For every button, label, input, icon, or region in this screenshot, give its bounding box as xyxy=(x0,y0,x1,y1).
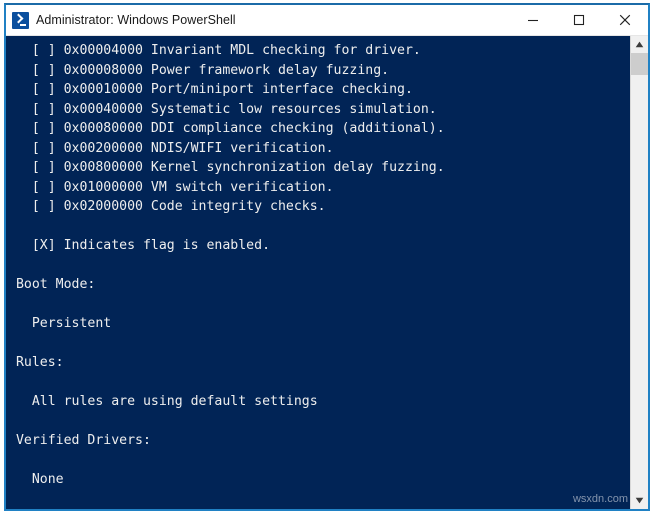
console-line: Rules: xyxy=(8,355,64,370)
console-line: Persistent xyxy=(8,316,112,331)
scrollbar-track[interactable] xyxy=(631,53,648,492)
powershell-icon xyxy=(12,11,29,29)
minimize-icon xyxy=(528,19,538,22)
console-line: [ ] 0x00040000 Systematic low resources … xyxy=(8,101,437,117)
console-line: [X] Indicates flag is enabled. xyxy=(8,238,271,253)
console-output[interactable]: [ ] 0x00004000 Invariant MDL checking fo… xyxy=(6,36,630,509)
close-icon xyxy=(619,14,631,26)
desktop-background: Administrator: Windows PowerShell [] 0x… xyxy=(0,0,654,512)
window-titlebar[interactable]: Administrator: Windows PowerShell xyxy=(6,5,648,36)
scroll-up-button[interactable] xyxy=(631,36,648,53)
scroll-down-button[interactable] xyxy=(631,492,648,509)
console-line: [ ] 0x00010000 Port/miniport interface c… xyxy=(8,82,413,97)
scroll-down-arrow-icon xyxy=(635,497,644,504)
console-line: All rules are using default settings xyxy=(8,394,318,409)
maximize-button[interactable] xyxy=(556,5,602,35)
scroll-up-arrow-icon xyxy=(635,41,644,48)
console-line: [ ] 0x01000000 VM switch verification. xyxy=(8,179,334,195)
window-controls xyxy=(510,5,648,35)
console-area: [ ] 0x00004000 Invariant MDL checking fo… xyxy=(6,36,648,509)
console-line: [ ] 0x02000000 Code integrity checks. xyxy=(8,199,326,214)
console-line: [ ] 0x00080000 DDI compliance checking (… xyxy=(8,121,445,136)
powershell-window: Administrator: Windows PowerShell [] 0x… xyxy=(4,3,650,511)
window-title: Administrator: Windows PowerShell xyxy=(36,13,236,27)
maximize-icon xyxy=(573,14,585,26)
console-line: [ ] 0x00008000 Power framework delay fuz… xyxy=(8,62,390,78)
console-line: [ ] 0x00004000 Invariant MDL checking fo… xyxy=(8,43,421,58)
close-button[interactable] xyxy=(602,5,648,35)
minimize-button[interactable] xyxy=(510,5,556,35)
console-scrollbar[interactable] xyxy=(630,36,648,509)
console-line: Verified Drivers: xyxy=(8,433,151,448)
console-line: None xyxy=(8,472,64,487)
console-line: Boot Mode: xyxy=(8,277,96,292)
scrollbar-thumb[interactable] xyxy=(631,53,648,75)
console-line: [ ] 0x00800000 Kernel synchronization de… xyxy=(8,160,445,175)
console-line: [ ] 0x00200000 NDIS/WIFI verification. xyxy=(8,140,334,156)
